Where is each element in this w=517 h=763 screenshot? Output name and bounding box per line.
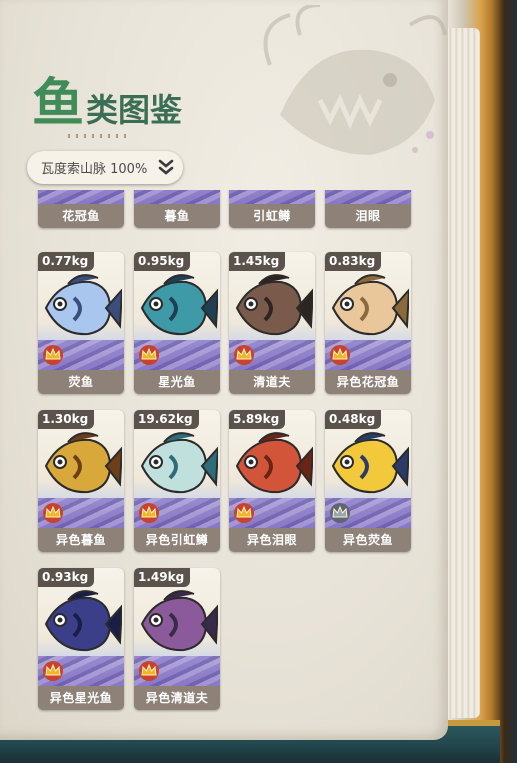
fish-weight-tag: 0.95kg <box>134 252 191 271</box>
fish-name: 异色泪眼 <box>246 533 297 547</box>
crown-icon <box>43 661 63 681</box>
fish-card[interactable]: 0.77kg 荧鱼 <box>38 252 124 394</box>
crown-icon <box>43 345 63 365</box>
fish-weight-tag: 1.49kg <box>134 568 191 587</box>
crown-icon <box>139 503 159 523</box>
fish-card[interactable]: 1.45kg 清道夫 <box>229 252 315 394</box>
fish-card[interactable]: 暮鱼 <box>134 190 220 228</box>
title-dots-divider <box>68 134 132 138</box>
fish-name: 异色花冠鱼 <box>336 375 400 389</box>
fish-name: 异色清道夫 <box>145 691 209 705</box>
fish-weight-tag: 5.89kg <box>229 410 286 429</box>
fish-weight-tag: 19.62kg <box>134 410 199 429</box>
region-label: 瓦度索山脉 100% <box>41 162 148 177</box>
fish-illustration-icon <box>44 274 122 336</box>
fish-card[interactable]: 0.83kg 异色花冠鱼 <box>325 252 411 394</box>
fish-name: 泪眼 <box>355 209 381 223</box>
fish-card[interactable]: 泪眼 <box>325 190 411 228</box>
fish-card[interactable]: 1.30kg 异色暮鱼 <box>38 410 124 552</box>
fish-name: 荧鱼 <box>68 375 94 389</box>
fish-card[interactable]: 1.49kg 异色清道夫 <box>134 568 220 710</box>
fish-weight-tag: 0.93kg <box>38 568 95 587</box>
crown-icon <box>330 345 350 365</box>
fish-illustration-icon <box>235 274 313 336</box>
fish-illustration-icon <box>331 432 409 494</box>
fish-illustration-icon <box>44 590 122 652</box>
crown-icon <box>43 503 63 523</box>
fish-card[interactable]: 0.48kg 异色荧鱼 <box>325 410 411 552</box>
fish-illustration-icon <box>140 590 218 652</box>
fish-illustration-icon <box>235 432 313 494</box>
title-first-char: 鱼 <box>32 73 85 134</box>
crown-icon <box>139 345 159 365</box>
fish-name: 暮鱼 <box>164 209 190 223</box>
fish-name: 异色荧鱼 <box>342 533 393 547</box>
crown-icon <box>234 345 254 365</box>
fish-illustration-icon <box>331 274 409 336</box>
fish-card[interactable]: 19.62kg 异色引虹鳟 <box>134 410 220 552</box>
fish-name: 清道夫 <box>253 375 291 389</box>
title-rest: 类图鉴 <box>86 91 183 129</box>
book-page: 鱼 类图鉴 瓦度索山脉 100% 花冠鱼 暮鱼 引虹鳟 泪眼 0.77kg 荧鱼… <box>0 0 448 740</box>
top-row-partial: 花冠鱼 暮鱼 引虹鳟 泪眼 <box>0 190 448 240</box>
double-chevron-down-icon[interactable] <box>157 158 175 176</box>
fish-card[interactable]: 0.93kg 异色星光鱼 <box>38 568 124 710</box>
region-selector[interactable]: 瓦度索山脉 100% <box>27 151 183 184</box>
fish-name: 异色星光鱼 <box>49 691 113 705</box>
fish-card[interactable]: 5.89kg 异色泪眼 <box>229 410 315 552</box>
fish-card[interactable]: 0.95kg 星光鱼 <box>134 252 220 394</box>
fish-card[interactable]: 引虹鳟 <box>229 190 315 228</box>
fish-name: 异色引虹鳟 <box>145 533 209 547</box>
fish-illustration-icon <box>44 432 122 494</box>
fish-weight-tag: 1.45kg <box>229 252 286 271</box>
fish-weight-tag: 0.48kg <box>325 410 382 429</box>
codex-screen: 鱼 类图鉴 瓦度索山脉 100% 花冠鱼 暮鱼 引虹鳟 泪眼 0.77kg 荧鱼… <box>0 0 517 763</box>
fish-illustration-icon <box>140 274 218 336</box>
page-title: 鱼 类图鉴 <box>32 70 182 130</box>
fish-weight-tag: 1.30kg <box>38 410 95 429</box>
crown-icon <box>330 503 350 523</box>
fish-name: 异色暮鱼 <box>55 533 106 547</box>
fish-weight-tag: 0.77kg <box>38 252 95 271</box>
fish-name: 星光鱼 <box>158 375 196 389</box>
fish-illustration-icon <box>140 432 218 494</box>
crown-icon <box>234 503 254 523</box>
watermark-creature-icon <box>263 5 447 155</box>
crown-icon <box>139 661 159 681</box>
fish-name: 引虹鳟 <box>253 209 291 223</box>
fish-card[interactable]: 花冠鱼 <box>38 190 124 228</box>
fish-name: 花冠鱼 <box>62 209 100 223</box>
fish-weight-tag: 0.83kg <box>325 252 382 271</box>
